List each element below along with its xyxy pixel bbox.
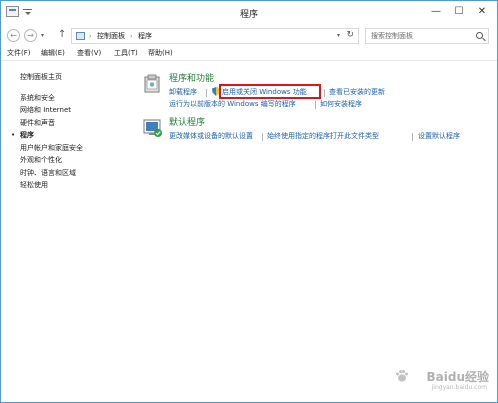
link-uninstall-program[interactable]: 卸载程序	[169, 87, 197, 97]
watermark-brand: Baidu经验	[426, 370, 490, 384]
control-panel-folder-icon	[76, 32, 85, 40]
menu-edit[interactable]: 编辑(E)	[41, 48, 65, 59]
address-bar[interactable]: › 控制面板 › 程序 ▾ ↻	[71, 28, 359, 44]
recent-locations-dropdown-icon[interactable]: ▾	[41, 30, 44, 41]
link-separator	[324, 89, 325, 97]
title-bar[interactable]: 程序 — ☐ ✕	[1, 1, 497, 25]
control-panel-window: 程序 — ☐ ✕ ← → ▾ ↑ › 控制面板 › 程序 ▾ ↻ 搜索控制面板 …	[0, 0, 498, 403]
breadcrumb-separator[interactable]: ›	[89, 32, 91, 41]
minimize-button[interactable]: —	[425, 4, 447, 19]
close-button[interactable]: ✕	[471, 4, 493, 19]
menu-view[interactable]: 查看(V)	[77, 48, 101, 59]
link-how-to-install-program[interactable]: 如何安装程序	[320, 99, 362, 109]
sidebar-item-programs[interactable]: 程序	[20, 130, 34, 140]
menu-tools[interactable]: 工具(T)	[114, 48, 138, 59]
link-separator	[206, 89, 207, 97]
breadcrumb-control-panel[interactable]: 控制面板	[97, 32, 125, 41]
link-set-default-programs[interactable]: 设置默认程序	[418, 131, 460, 141]
window-title: 程序	[239, 10, 258, 20]
search-placeholder[interactable]: 搜索控制面板	[371, 32, 413, 41]
category-title-default-programs[interactable]: 默认程序	[169, 118, 205, 129]
link-separator	[315, 101, 316, 109]
sidebar-item-network-internet[interactable]: 网络和 Internet	[20, 105, 71, 115]
sidebar-item-ease-of-access[interactable]: 轻松使用	[20, 180, 48, 190]
link-change-media-defaults[interactable]: 更改媒体或设备的默认设置	[169, 131, 253, 141]
main-content: 程序和功能 卸载程序 启用或关闭 Windows 功能 查看已安装的更新 运行为…	[137, 62, 495, 392]
baidu-paw-logo-icon	[396, 370, 408, 382]
search-icon[interactable]	[476, 32, 483, 39]
baidu-watermark: Baidu经验 jingyan.baidu.com	[389, 368, 489, 396]
sidebar: 控制面板主页 系统和安全 网络和 Internet 硬件和声音 • 程序 用户帐…	[1, 62, 129, 402]
highlight-box	[219, 84, 321, 99]
link-separator	[262, 133, 263, 141]
navigation-bar: ← → ▾ ↑ › 控制面板 › 程序 ▾ ↻ 搜索控制面板	[1, 26, 497, 48]
category-title-programs-features[interactable]: 程序和功能	[169, 74, 214, 85]
sidebar-item-appearance[interactable]: 外观和个性化	[20, 155, 62, 165]
link-view-installed-updates[interactable]: 查看已安装的更新	[329, 87, 385, 97]
maximize-button[interactable]: ☐	[448, 4, 470, 19]
search-box[interactable]: 搜索控制面板	[365, 28, 489, 44]
link-run-older-programs[interactable]: 运行为以前版本的 Windows 编写的程序	[169, 99, 296, 109]
menu-file[interactable]: 文件(F)	[7, 48, 31, 59]
sidebar-item-user-accounts[interactable]: 用户帐户和家庭安全	[20, 143, 83, 153]
refresh-icon[interactable]: ↻	[346, 30, 354, 40]
menu-bar: 文件(F) 编辑(E) 查看(V) 工具(T) 帮助(H)	[1, 47, 497, 61]
link-always-open-file-type[interactable]: 始终使用指定的程序打开此文件类型	[267, 131, 379, 141]
up-one-level-icon[interactable]: ↑	[58, 28, 66, 42]
link-separator	[412, 133, 413, 141]
sidebar-item-clock-region[interactable]: 时钟、语言和区域	[20, 168, 76, 178]
watermark-url: jingyan.baidu.com	[431, 384, 487, 391]
sidebar-item-system-security[interactable]: 系统和安全	[20, 93, 55, 103]
breadcrumb-separator[interactable]: ›	[130, 32, 132, 41]
breadcrumb-programs[interactable]: 程序	[138, 32, 152, 41]
address-dropdown-icon[interactable]: ▾	[337, 32, 340, 39]
default-programs-icon[interactable]	[143, 118, 163, 138]
programs-features-icon[interactable]	[143, 74, 163, 94]
menu-help[interactable]: 帮助(H)	[148, 48, 173, 59]
sidebar-active-marker: •	[11, 131, 16, 139]
sidebar-item-control-panel-home[interactable]: 控制面板主页	[20, 72, 62, 82]
sidebar-item-hardware-sound[interactable]: 硬件和声音	[20, 118, 55, 128]
forward-button[interactable]: →	[24, 29, 37, 42]
back-button[interactable]: ←	[7, 29, 20, 42]
